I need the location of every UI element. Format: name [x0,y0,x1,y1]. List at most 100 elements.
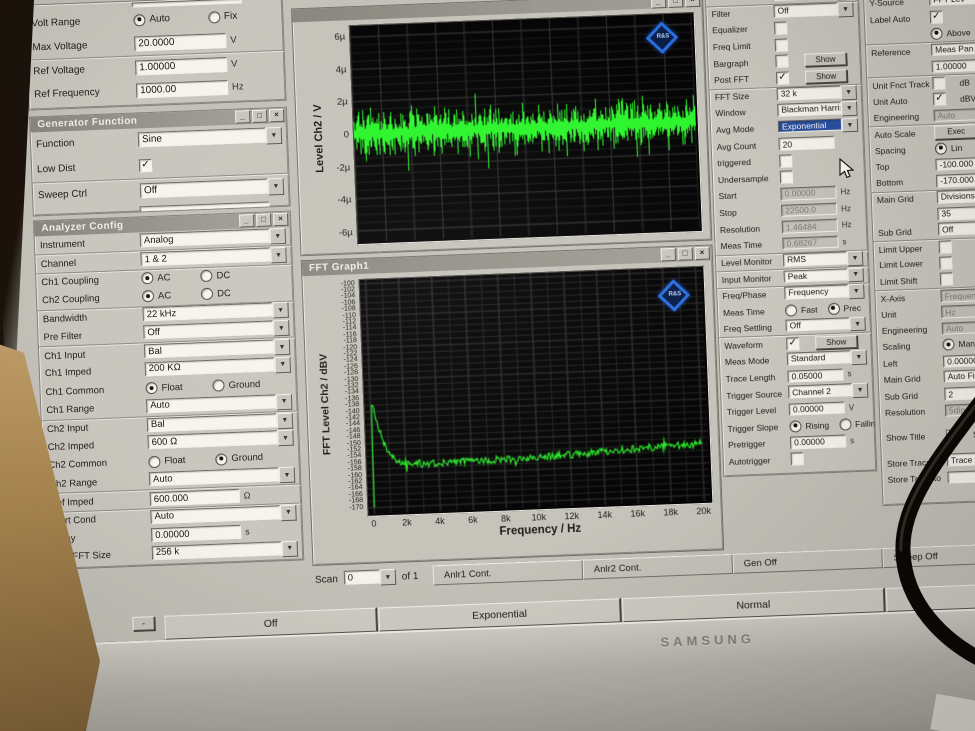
float-radio[interactable] [148,455,161,469]
show-button[interactable]: Show [804,52,847,68]
falling-radio[interactable] [838,418,852,431]
trigger-source-dropdown[interactable]: Channel 2 ▼ [787,382,869,401]
limit-shift-checkbox[interactable] [939,272,954,287]
sub-grid-field[interactable]: 2 [944,384,975,401]
max-fft-size-dropdown[interactable]: 256 k ▼ [151,540,299,562]
chevron-down-icon[interactable]: ▼ [273,319,290,337]
minimize-button[interactable]: _ [660,247,677,262]
label-auto-checkbox[interactable]: ✓ [929,10,944,25]
chevron-down-icon[interactable]: ▼ [275,393,293,411]
fast-radio[interactable] [784,303,798,317]
ground-radio[interactable] [212,379,225,393]
softkey-collapse-button[interactable]: - [132,616,155,631]
chevron-down-icon[interactable]: ▼ [849,316,866,332]
maximize-button[interactable]: □ [677,247,694,261]
above-radio[interactable] [930,27,943,40]
rising-radio[interactable] [789,419,802,433]
main-grid-dropdown[interactable]: Auto Fine▼ [943,368,975,386]
minimize-button[interactable]: _ [238,214,255,228]
fft-size-dropdown[interactable]: 32 k ▼ [776,84,857,103]
max-voltage-field[interactable]: 20.0000 [134,32,227,52]
undersample-checkbox[interactable] [779,170,794,185]
manual-radio[interactable] [942,338,955,352]
chevron-down-icon[interactable]: ▼ [267,177,285,195]
chevron-down-icon[interactable]: ▼ [277,430,294,447]
status-gen-off[interactable]: Gen Off [732,548,884,574]
function-dropdown[interactable]: Sine ▼ [137,126,283,150]
maximize-button[interactable]: □ [255,213,272,227]
unit-auto-checkbox[interactable]: ✓ [932,92,947,106]
trace-length-field[interactable]: 0.05000 [787,368,844,383]
level-monitor-dropdown[interactable]: RMS ▼ [782,250,864,269]
store-trace-to-field[interactable] [947,468,975,484]
bottom-field[interactable]: -170.000 [935,171,975,188]
chevron-down-icon[interactable]: ▼ [847,267,864,283]
field-field[interactable]: 35 [937,204,975,221]
trigger-level-field[interactable]: 0.00000 [788,401,846,417]
freq-phase-dropdown[interactable]: Frequency ▼ [784,283,865,302]
main-grid-dropdown[interactable]: Divisions▼ [936,188,975,206]
show-button[interactable]: Show [815,334,858,350]
field-field[interactable]: 1.00000 [931,57,975,73]
equalizer-checkbox[interactable] [773,21,788,35]
scan-dropdown[interactable]: 0 ▼ [343,568,397,587]
avg-mode-dropdown[interactable]: Exponential ▼ [777,117,859,136]
chevron-down-icon[interactable]: ▼ [841,101,858,117]
chevron-down-icon[interactable]: ▼ [265,126,283,145]
triggered-checkbox[interactable] [779,154,793,168]
pretrigger-field[interactable]: 0.00000 [789,434,847,450]
chevron-down-icon[interactable]: ▼ [272,302,289,319]
chevron-down-icon[interactable]: ▼ [841,117,859,133]
softkey-blank[interactable] [885,583,975,613]
ref-frequency-field[interactable]: 1000.00 [135,79,229,99]
limit-upper-checkbox[interactable] [938,240,952,254]
autotrigger-checkbox[interactable] [790,452,805,467]
chevron-down-icon[interactable]: ▼ [846,250,864,266]
chevron-down-icon[interactable]: ▼ [276,412,294,429]
window-dropdown[interactable]: Blackman Harris ▼ [777,101,858,119]
dc-radio[interactable] [200,288,214,301]
dc-radio[interactable] [200,270,213,283]
store-trace-as-dropdown[interactable]: Trace List▼ [946,451,975,469]
auto-radio[interactable] [133,13,146,27]
waveform-checkbox[interactable]: ✓ [786,336,800,351]
chevron-down-icon[interactable]: ▼ [850,349,868,365]
freq-settling-dropdown[interactable]: Off ▼ [785,316,866,335]
show-button[interactable]: Show [804,68,848,84]
close-button[interactable]: × [694,246,711,261]
chevron-down-icon[interactable]: ▼ [840,84,857,101]
chevron-down-icon[interactable]: ▼ [274,356,292,374]
lin-radio[interactable] [934,142,948,155]
limit-lower-checkbox[interactable] [939,256,953,270]
filter-dropdown[interactable]: Off ▼ [773,2,854,20]
chevron-down-icon[interactable]: ▼ [851,382,869,398]
status-sweep-off[interactable]: Sweep Off [882,542,975,569]
chevron-down-icon[interactable]: ▼ [273,338,291,356]
chevron-down-icon[interactable]: ▼ [270,246,287,264]
meas-mode-dropdown[interactable]: Standard ▼ [786,349,868,368]
delay-field[interactable]: 0.00000 [150,525,242,543]
ground-radio[interactable] [215,453,228,466]
prec-radio[interactable] [827,302,840,315]
maximize-button[interactable]: □ [667,0,684,8]
chevron-down-icon[interactable]: ▼ [278,466,296,484]
left-field[interactable]: 0.00000 [942,352,975,368]
low-dist-checkbox[interactable]: ✓ [138,158,153,173]
chevron-down-icon[interactable]: ▼ [281,540,299,558]
close-button[interactable]: × [272,212,289,227]
close-button[interactable]: × [684,0,701,8]
chevron-down-icon[interactable]: ▼ [837,2,854,18]
float-radio[interactable] [145,382,158,395]
reference-dropdown[interactable]: Meas Pan▼ [930,40,975,58]
chevron-down-icon[interactable]: ▼ [848,283,865,300]
auto-scale-button[interactable]: Exec [934,123,975,140]
freq-limit-checkbox[interactable] [774,37,789,52]
input-monitor-dropdown[interactable]: Peak ▼ [783,267,864,285]
show-title-checkbox[interactable] [945,428,960,443]
status-anlr2-cont[interactable]: Anlr2 Cont. [582,553,734,580]
sub-grid-dropdown[interactable]: Off▼ [937,220,975,238]
top-field[interactable]: -100.000 [935,155,975,172]
post-fft-checkbox[interactable]: ✓ [775,71,790,85]
avg-count-field[interactable]: 20 [778,136,835,151]
sweep-ctrl-dropdown[interactable]: Off ▼ [139,177,285,200]
